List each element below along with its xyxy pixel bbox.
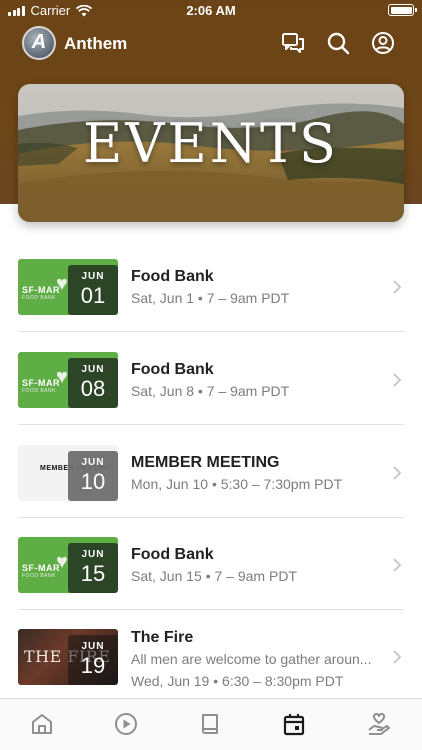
date-day: 10	[80, 469, 106, 494]
home-icon[interactable]	[29, 711, 55, 737]
profile-icon[interactable]	[370, 30, 396, 56]
chevron-right-icon	[392, 373, 402, 387]
thumb-sub: FOOD BANK	[22, 573, 56, 579]
event-row-food-bank-jun-15[interactable]: ♥ SF-MAR FOOD BANK JUN 15 Food Bank Sat,…	[18, 518, 404, 610]
giving-icon[interactable]	[366, 711, 392, 737]
app-logo-letter: A	[31, 31, 47, 53]
date-month: JUN	[81, 457, 105, 468]
date-badge: JUN 15	[68, 543, 118, 593]
thumb-caption: SF-MAR	[22, 285, 60, 295]
date-badge: JUN 10	[68, 451, 118, 501]
event-thumbnail: ♥ SF-MAR FOOD BANK JUN 08	[18, 352, 118, 408]
event-thumbnail: ♥ SF-MAR FOOD BANK JUN 15	[18, 537, 118, 593]
event-row-member-meeting[interactable]: MEMBER MEETING JUN 10 MEMBER MEETING Mon…	[18, 426, 404, 518]
chat-icon[interactable]	[280, 30, 306, 56]
date-day: 19	[80, 653, 106, 678]
status-time: 2:06 AM	[186, 3, 236, 18]
thumb-sub: FOOD BANK	[22, 388, 56, 394]
event-row-the-fire[interactable]: THE FIRE JUN 19 The Fire All men are wel…	[18, 611, 404, 703]
date-month: JUN	[81, 549, 105, 560]
calendar-icon[interactable]	[281, 711, 307, 737]
top-nav-bar: A Anthem	[0, 24, 422, 64]
banner-title: EVENTS	[82, 112, 340, 175]
event-title: Food Bank	[131, 361, 214, 378]
event-thumbnail: ♥ SF-MAR FOOD BANK JUN 01	[18, 259, 118, 315]
date-badge: JUN 08	[68, 358, 118, 408]
event-time: Mon, Jun 10 • 5:30 – 7:30pm PDT	[131, 476, 343, 492]
status-bar: Carrier 2:06 AM	[0, 0, 422, 22]
event-time: Sat, Jun 1 • 7 – 9am PDT	[131, 290, 290, 306]
date-month: JUN	[81, 271, 105, 282]
play-icon[interactable]	[113, 711, 139, 737]
event-time: Sat, Jun 8 • 7 – 9am PDT	[131, 383, 290, 399]
chevron-right-icon	[392, 466, 402, 480]
event-title: Food Bank	[131, 546, 214, 563]
date-day: 01	[80, 283, 106, 308]
thumb-caption: SF-MAR	[22, 563, 60, 573]
date-badge: JUN 19	[68, 635, 118, 685]
event-row-food-bank-jun-8[interactable]: ♥ SF-MAR FOOD BANK JUN 08 Food Bank Sat,…	[18, 333, 404, 425]
event-time: Sat, Jun 15 • 7 – 9am PDT	[131, 568, 297, 584]
thumb-sub: FOOD BANK	[22, 295, 56, 301]
chevron-right-icon	[392, 650, 402, 664]
search-icon[interactable]	[325, 30, 351, 56]
app-name: Anthem	[64, 34, 128, 53]
book-icon[interactable]	[197, 711, 223, 737]
date-day: 15	[80, 561, 106, 586]
event-thumbnail: MEMBER MEETING JUN 10	[18, 445, 118, 501]
bottom-tab-bar	[0, 698, 422, 750]
date-month: JUN	[81, 641, 105, 652]
chevron-right-icon	[392, 280, 402, 294]
thumb-caption: SF-MAR	[22, 378, 60, 388]
battery-icon	[388, 4, 417, 16]
event-time: Wed, Jun 19 • 6:30 – 8:30pm PDT	[131, 673, 344, 689]
date-badge: JUN 01	[68, 265, 118, 315]
event-description: All men are welcome to gather aroun...	[131, 651, 372, 667]
event-title: The Fire	[131, 629, 194, 646]
app-logo[interactable]: A	[22, 26, 56, 60]
chevron-right-icon	[392, 558, 402, 572]
event-title: Food Bank	[131, 268, 214, 285]
date-day: 08	[80, 376, 106, 401]
event-row-food-bank-jun-1[interactable]: ♥ SF-MAR FOOD BANK JUN 01 Food Bank Sat,…	[18, 240, 404, 332]
date-month: JUN	[81, 364, 105, 375]
event-thumbnail: THE FIRE JUN 19	[18, 629, 118, 685]
event-title: MEMBER MEETING	[131, 454, 280, 471]
events-banner: EVENTS	[18, 84, 404, 222]
